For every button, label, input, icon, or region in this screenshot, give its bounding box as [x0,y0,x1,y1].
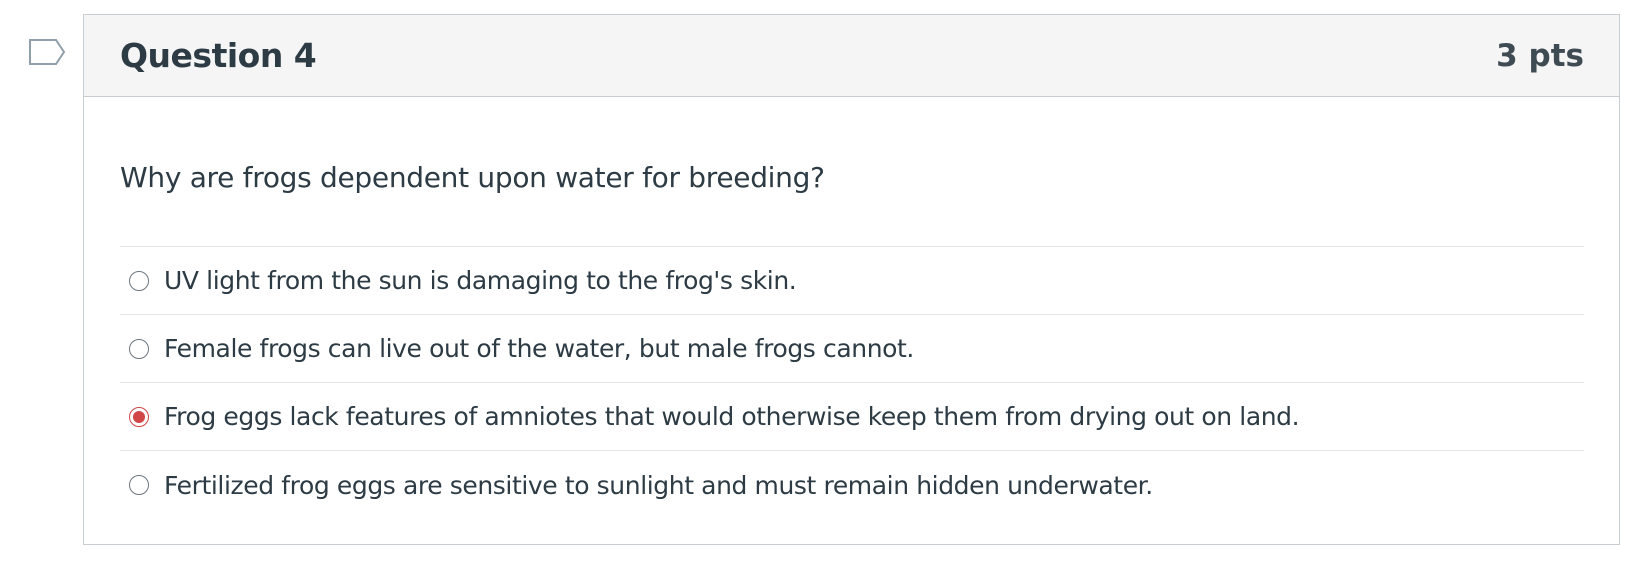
radio-button[interactable] [129,270,149,291]
radio-button[interactable] [129,338,149,359]
question-points: 3 pts [1496,37,1584,74]
question-body: Why are frogs dependent upon water for b… [84,153,1619,519]
radio-button[interactable] [129,475,149,495]
answer-list: UV light from the sun is damaging to the… [120,246,1584,519]
answer-option-1[interactable]: UV light from the sun is damaging to the… [120,247,1584,315]
answer-label: Fertilized frog eggs are sensitive to su… [164,470,1153,500]
question-header: Question 4 3 pts [84,15,1619,97]
answer-label: UV light from the sun is damaging to the… [164,266,797,295]
radio-button-selected[interactable] [129,406,149,427]
answer-option-4[interactable]: Fertilized frog eggs are sensitive to su… [120,451,1584,519]
answer-label: Female frogs can live out of the water, … [164,334,914,363]
question-card: Question 4 3 pts Why are frogs dependent… [83,14,1620,545]
answer-label: Frog eggs lack features of amniotes that… [164,402,1300,431]
answer-option-3[interactable]: Frog eggs lack features of amniotes that… [120,383,1584,451]
question-text: Why are frogs dependent upon water for b… [120,161,825,194]
flag-question-icon[interactable] [28,38,68,70]
answer-option-2[interactable]: Female frogs can live out of the water, … [120,315,1584,383]
question-title: Question 4 [120,36,317,75]
